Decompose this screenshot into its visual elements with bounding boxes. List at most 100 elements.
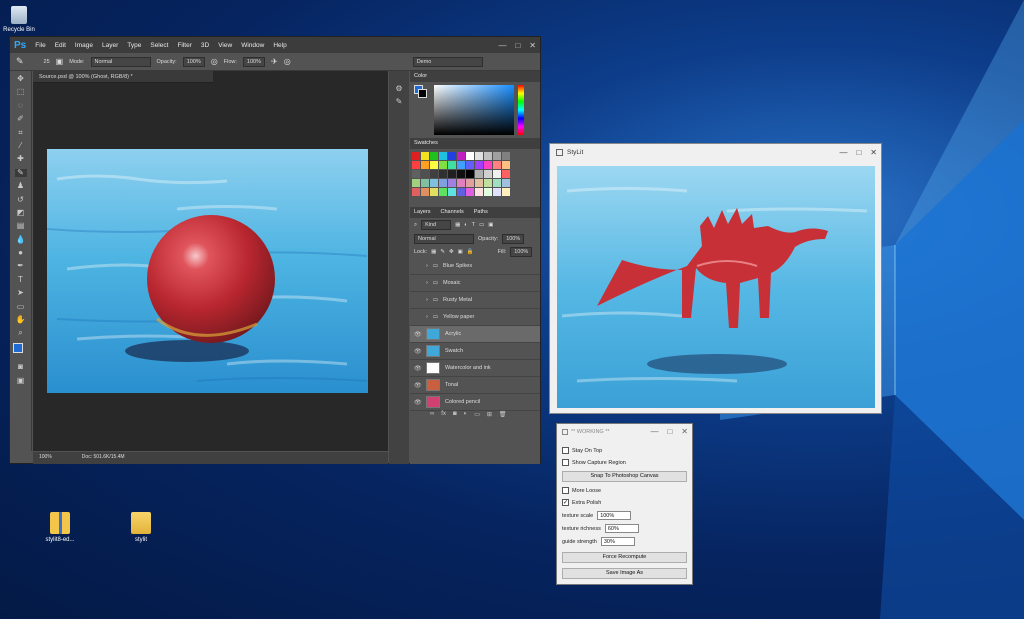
pressure-size-icon[interactable]: ◎	[284, 57, 291, 66]
bg-color-chip[interactable]	[418, 89, 427, 98]
stamp-tool-icon[interactable]: ♟	[15, 182, 27, 190]
hand-tool-icon[interactable]: ✋	[15, 316, 27, 324]
color-swatch[interactable]	[421, 179, 429, 187]
color-swatch[interactable]	[475, 152, 483, 160]
lock-artboard-icon[interactable]: ▣	[458, 249, 463, 255]
visibility-eye-icon[interactable]: 👁	[414, 399, 422, 406]
more-loose-checkbox[interactable]: More Loose	[562, 487, 601, 494]
force-recompute-button[interactable]: Force Recompute	[562, 552, 687, 563]
blur-tool-icon[interactable]: 💧	[15, 235, 27, 244]
fill-input[interactable]: 100%	[510, 246, 533, 257]
quick-mask-icon[interactable]: ◙	[15, 363, 27, 371]
color-swatch[interactable]	[439, 161, 447, 169]
color-swatch[interactable]	[457, 188, 465, 196]
layer-row[interactable]: › ▭ Yellow paper	[410, 309, 540, 326]
brush-size[interactable]: 25	[44, 59, 50, 65]
color-swatch[interactable]	[502, 188, 510, 196]
color-swatch[interactable]	[439, 179, 447, 187]
color-swatch[interactable]	[457, 152, 465, 160]
brush-panel-icon[interactable]: ▣	[56, 57, 64, 66]
close-button[interactable]: ✕	[681, 427, 688, 436]
show-capture-region-checkbox[interactable]: Show Capture Region	[562, 459, 626, 466]
color-swatch[interactable]	[430, 170, 438, 178]
eraser-tool-icon[interactable]: ◩	[15, 208, 27, 217]
color-swatch[interactable]	[448, 161, 456, 169]
adjustment-layer-icon[interactable]: ◐	[464, 411, 468, 421]
stay-on-top-checkbox[interactable]: Stay On Top	[562, 447, 602, 454]
layer-row[interactable]: 👁 Colored pencil	[410, 394, 540, 411]
mode-select[interactable]: Normal	[90, 56, 151, 67]
brush-presets-icon[interactable]: ✎	[393, 98, 405, 106]
color-swatches[interactable]	[12, 343, 29, 359]
color-swatch[interactable]	[412, 188, 420, 196]
filter-shape-icon[interactable]: ▭	[479, 222, 484, 228]
filter-adjust-icon[interactable]: ◐	[464, 222, 467, 228]
dodge-tool-icon[interactable]: ●	[15, 249, 27, 257]
checkbox-box[interactable]	[562, 487, 569, 494]
menu-help[interactable]: Help	[273, 42, 286, 49]
foreground-color-swatch[interactable]	[12, 343, 23, 354]
checkbox-box[interactable]	[562, 459, 569, 466]
pressure-opacity-icon[interactable]: ◎	[211, 57, 218, 66]
document-tab[interactable]: Source.psd @ 100% (Ghost, RGB/8) *	[33, 71, 213, 83]
layer-row[interactable]: 👁 Swatch	[410, 343, 540, 360]
history-panel-icon[interactable]: ⚙	[393, 85, 405, 93]
extra-polish-checkbox[interactable]: ✓ Extra Polish	[562, 499, 601, 506]
menu-type[interactable]: Type	[127, 42, 141, 49]
color-swatch[interactable]	[502, 179, 510, 187]
layer-row[interactable]: 👁 Watercolor and ink	[410, 360, 540, 377]
gradient-tool-icon[interactable]: ▤	[15, 222, 27, 230]
maximize-button[interactable]: □	[856, 148, 861, 157]
visibility-eye-icon[interactable]: 👁	[414, 348, 422, 355]
color-panel-tab[interactable]: Color	[414, 73, 427, 80]
close-button[interactable]: ✕	[870, 148, 877, 157]
close-button[interactable]: ✕	[529, 41, 536, 50]
minimize-button[interactable]: —	[498, 41, 506, 50]
minimize-button[interactable]: —	[839, 148, 847, 157]
maximize-button[interactable]: □	[667, 427, 672, 436]
guide-strength-input[interactable]: 30%	[600, 537, 635, 546]
quick-select-tool-icon[interactable]: ✐	[15, 115, 27, 123]
color-swatch[interactable]	[448, 179, 456, 187]
maximize-button[interactable]: □	[515, 41, 520, 50]
color-swatch[interactable]	[439, 188, 447, 196]
color-swatch[interactable]	[466, 161, 474, 169]
path-select-tool-icon[interactable]: ➤	[15, 289, 27, 297]
minimize-button[interactable]: —	[650, 427, 658, 436]
delete-layer-icon[interactable]: 🗑	[499, 411, 507, 421]
color-swatch[interactable]	[421, 188, 429, 196]
kind-filter-select[interactable]: Kind	[421, 220, 452, 230]
color-swatch[interactable]	[466, 152, 474, 160]
color-swatch[interactable]	[475, 161, 483, 169]
airbrush-icon[interactable]: ✈	[271, 57, 278, 66]
visibility-eye-icon[interactable]: 👁	[414, 331, 422, 338]
stylized-output-canvas[interactable]	[557, 166, 875, 408]
fx-icon[interactable]: fx	[441, 411, 446, 421]
color-swatch[interactable]	[484, 152, 492, 160]
color-swatch[interactable]	[493, 161, 501, 169]
color-swatch[interactable]	[457, 161, 465, 169]
menu-edit[interactable]: Edit	[55, 42, 66, 49]
color-swatch[interactable]	[484, 188, 492, 196]
color-swatch[interactable]	[475, 170, 483, 178]
opacity-input[interactable]: 100%	[182, 56, 205, 67]
menu-window[interactable]: Window	[241, 42, 264, 49]
color-swatch[interactable]	[439, 152, 447, 160]
lock-pixels-icon[interactable]: ▦	[431, 249, 436, 255]
history-brush-icon[interactable]: ↺	[15, 195, 27, 204]
color-swatch[interactable]	[430, 152, 438, 160]
color-swatch[interactable]	[412, 161, 420, 169]
brush-tool-icon[interactable]: ✎	[16, 56, 24, 67]
layer-row[interactable]: 👁 Tonal	[410, 377, 540, 394]
filter-type-icon[interactable]: T	[472, 222, 475, 228]
lock-brush-icon[interactable]: ✎	[440, 249, 445, 255]
menu-image[interactable]: Image	[75, 42, 93, 49]
healing-tool-icon[interactable]: ✚	[15, 155, 27, 163]
color-swatch[interactable]	[421, 161, 429, 169]
painting-canvas[interactable]	[47, 149, 368, 393]
color-swatch[interactable]	[502, 161, 510, 169]
pen-tool-icon[interactable]: ✒	[15, 262, 27, 270]
add-mask-icon[interactable]: ◙	[453, 411, 457, 421]
color-swatch[interactable]	[475, 188, 483, 196]
chevron-right-icon[interactable]: ›	[426, 280, 428, 286]
